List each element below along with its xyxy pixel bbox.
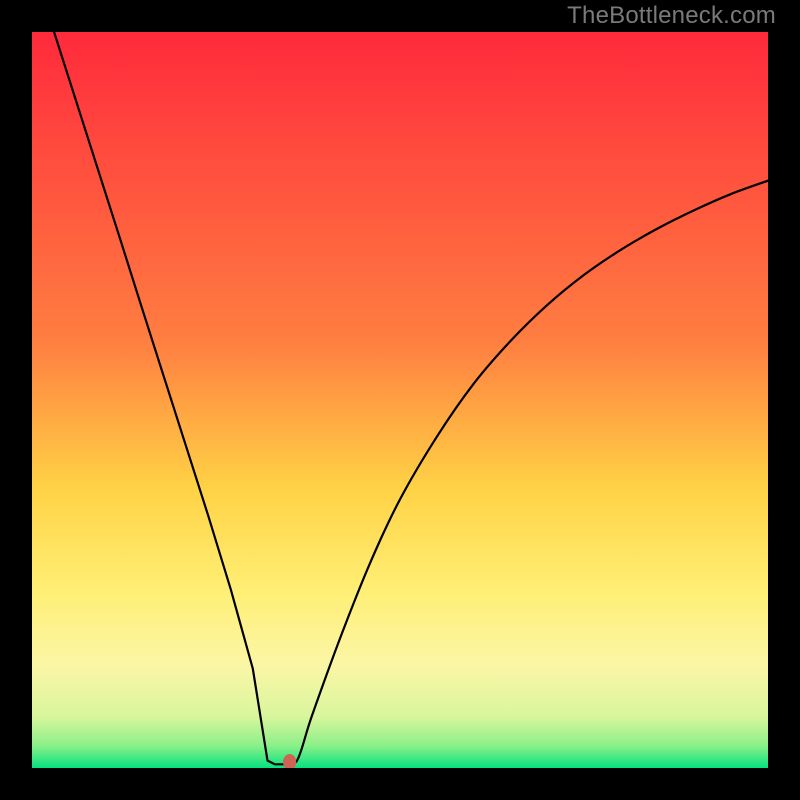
bottleneck-chart [32,32,768,768]
gradient-background [32,32,768,768]
plot-frame [32,32,768,768]
chart-container: TheBottleneck.com [0,0,800,800]
watermark-text: TheBottleneck.com [567,2,776,30]
